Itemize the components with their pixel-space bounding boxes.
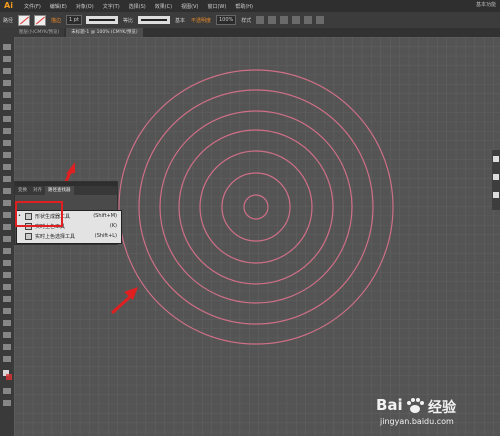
blend-tool-icon[interactable] [3,296,11,302]
app-logo: Ai [4,1,13,10]
brush-definition[interactable] [137,16,170,24]
document-tab-bar: 图层小(CMYK/预览) 未标题-1 @ 100% (CMYK/预览) [14,28,500,37]
stroke-weight-field[interactable]: 1 pt [66,15,82,25]
rotate-tool-icon[interactable] [3,188,11,194]
watermark-brand: Bai [376,396,403,414]
menu-edit[interactable]: 编辑(E) [50,3,67,10]
menu-file[interactable]: 文件(F) [24,3,41,10]
style-swatch[interactable] [256,16,265,24]
style-label: 样式 [241,17,252,24]
hand-tool-icon[interactable] [3,344,11,350]
paw-icon [407,398,424,413]
opacity-field[interactable]: 100% [215,15,237,25]
shape-builder-tool-icon[interactable] [3,236,11,242]
screen-mode-icon[interactable] [3,400,11,406]
variable-width-profile[interactable] [85,16,118,24]
watermark-url: jingyan.baidu.com [380,417,454,426]
selection-type-label: 路径 [3,17,14,24]
baidu-jingyan-watermark: Bai 经验 jingyan.baidu.com [374,396,494,430]
magic-wand-tool-icon[interactable] [3,68,11,74]
type-tool-icon[interactable] [3,104,11,110]
stroke-color-icon[interactable] [6,374,12,380]
draw-mode-icon[interactable] [3,388,11,394]
flyout-item-shortcut: (K) [109,223,117,229]
gradient-tool-icon[interactable] [3,272,11,278]
right-panel-strip [492,150,500,210]
menu-object[interactable]: 对象(O) [76,3,94,10]
live-paint-selection-icon [25,232,32,240]
menu-view[interactable]: 视图(V) [181,3,198,10]
tools-panel [0,28,14,436]
zoom-tool-icon[interactable] [3,356,11,362]
align-right-icon[interactable] [292,16,301,24]
symbol-sprayer-tool-icon[interactable] [3,308,11,314]
fill-swatch[interactable] [18,14,31,26]
align-center-icon[interactable] [280,16,289,24]
menu-effect[interactable]: 效果(C) [155,3,172,10]
width-tool-icon[interactable] [3,212,11,218]
paintbrush-tool-icon[interactable] [3,140,11,146]
panel-collapse-icon[interactable] [493,156,499,162]
flyout-item-live-paint-selection[interactable]: 实时上色选择工具 (Shift+L) [17,231,121,241]
flyout-item-shortcut: (Shift+M) [93,213,117,219]
tab-transform[interactable]: 变换 [15,186,30,195]
transform-icon[interactable] [316,16,325,24]
free-transform-tool-icon[interactable] [3,224,11,230]
stroke-swatch[interactable] [34,14,47,26]
swatches-panel-icon[interactable] [493,192,499,198]
watermark-brand-suffix: 经验 [428,400,456,416]
menu-select[interactable]: 选择(S) [129,3,146,10]
brush-label: 基本 [174,17,185,24]
eraser-tool-icon[interactable] [3,176,11,182]
color-panel-icon[interactable] [493,174,499,180]
panel-tabs: 变换 对齐 路径查找器 [15,186,117,195]
lasso-tool-icon[interactable] [3,80,11,86]
perspective-grid-tool-icon[interactable] [3,248,11,254]
menu-help[interactable]: 帮助(H) [235,3,253,10]
opacity-label[interactable]: 不透明度 [191,17,211,24]
pencil-tool-icon[interactable] [3,152,11,158]
flyout-item-shortcut: (Shift+L) [94,233,117,239]
mesh-tool-icon[interactable] [3,260,11,266]
menu-bar: Ai 文件(F) 编辑(E) 对象(O) 文字(T) 选择(S) 效果(C) 视… [0,0,500,12]
eyedropper-tool-icon[interactable] [3,284,11,290]
menu-window[interactable]: 窗口(W) [207,3,226,10]
annotation-highlight-box [15,201,63,227]
control-bar: 路径 描边 1 pt 等比 基本 不透明度 100% 样式 [0,12,500,28]
document-tab-active[interactable]: 未标题-1 @ 100% (CMYK/预览) [66,28,143,37]
profile-label: 等比 [122,17,133,24]
rectangle-tool-icon[interactable] [3,128,11,134]
scale-tool-icon[interactable] [3,200,11,206]
document-tab[interactable]: 图层小(CMYK/预览) [14,28,65,37]
workspace-switcher[interactable]: 基本功能 [476,1,496,8]
blob-brush-tool-icon[interactable] [3,164,11,170]
column-graph-tool-icon[interactable] [3,320,11,326]
line-tool-icon[interactable] [3,116,11,122]
menu-type[interactable]: 文字(T) [103,3,120,10]
stroke-label[interactable]: 描边 [51,17,61,24]
direct-selection-tool-icon[interactable] [3,56,11,62]
flyout-item-label: 实时上色选择工具 [35,233,76,240]
distribute-icon[interactable] [304,16,313,24]
selection-tool-icon[interactable] [3,44,11,50]
pen-tool-icon[interactable] [3,92,11,98]
tab-align[interactable]: 对齐 [30,186,45,195]
align-icon[interactable] [268,16,277,24]
artboard-tool-icon[interactable] [3,332,11,338]
tab-pathfinder[interactable]: 路径查找器 [45,186,74,195]
